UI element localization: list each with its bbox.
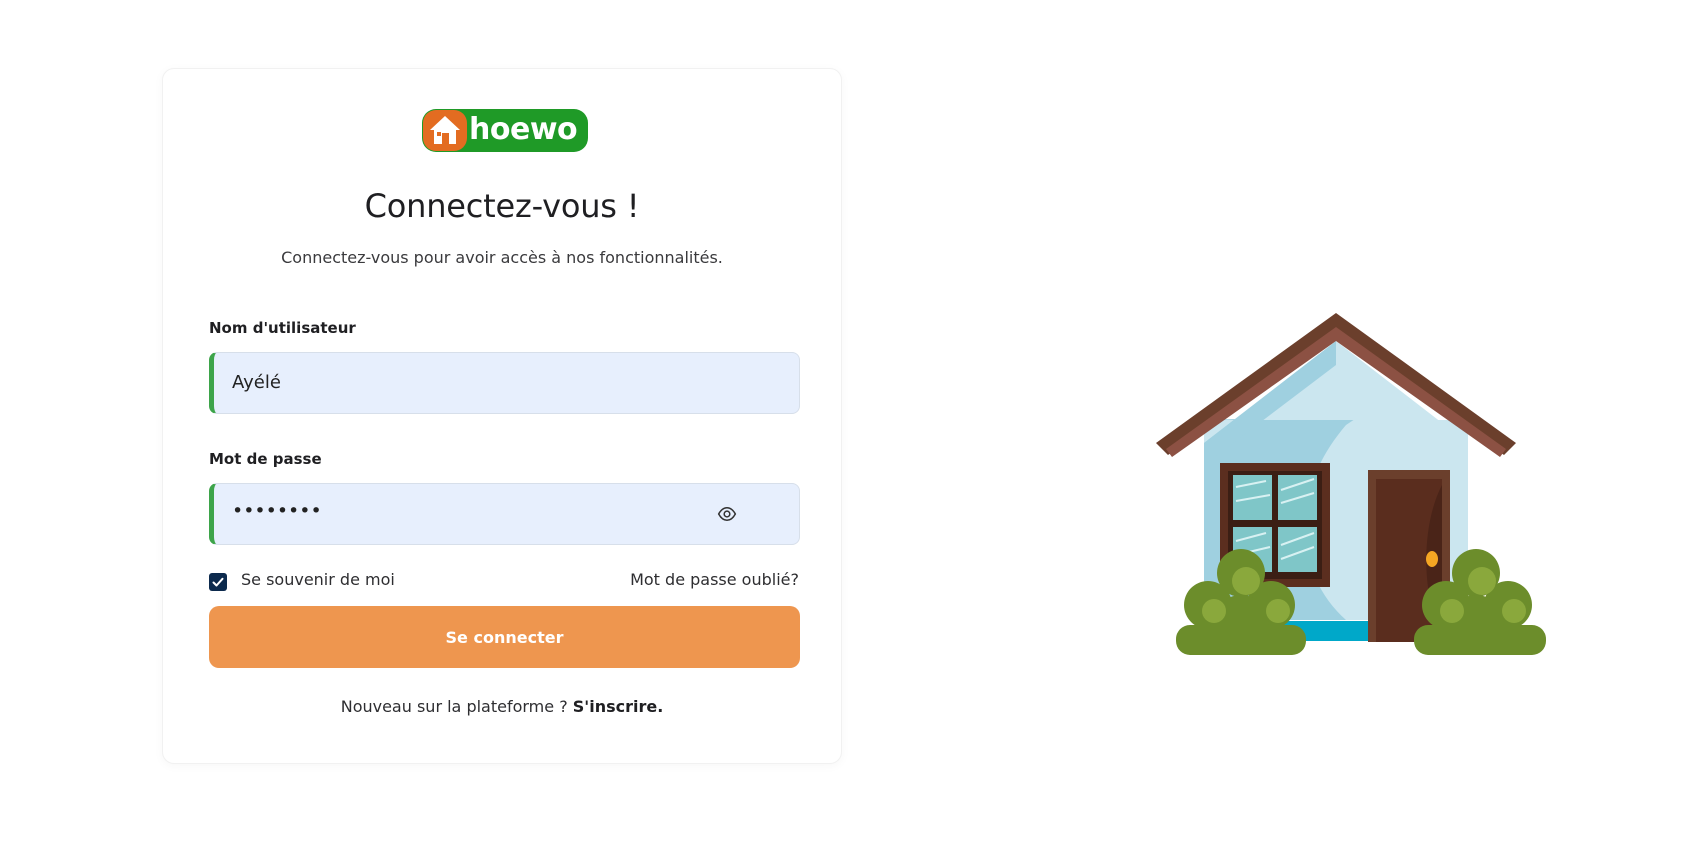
password-label: Mot de passe bbox=[209, 450, 322, 468]
login-button[interactable]: Se connecter bbox=[209, 606, 800, 668]
remember-checkbox[interactable] bbox=[209, 572, 227, 591]
username-label: Nom d'utilisateur bbox=[209, 319, 356, 337]
username-value: Ayélé bbox=[232, 372, 281, 393]
password-value: •••••••• bbox=[232, 500, 322, 522]
brand-name: hoewo bbox=[469, 112, 578, 147]
signup-prompt-text: Nouveau sur la plateforme ? bbox=[340, 697, 568, 716]
username-input[interactable]: Ayélé bbox=[209, 352, 800, 414]
page-title: Connectez-vous ! bbox=[364, 187, 640, 225]
password-input[interactable]: •••••••• bbox=[209, 483, 800, 545]
remember-me[interactable]: Se souvenir de moi bbox=[209, 570, 395, 591]
page-subtitle: Connectez-vous pour avoir accès à nos fo… bbox=[281, 248, 723, 267]
login-page: hoewo Connectez-vous ! Connectez-vous po… bbox=[0, 0, 1700, 857]
house-illustration bbox=[1156, 313, 1546, 655]
house-logo-icon bbox=[423, 110, 467, 151]
remember-label: Se souvenir de moi bbox=[241, 570, 395, 589]
signup-link[interactable]: S'inscrire. bbox=[573, 697, 664, 716]
forgot-password-link[interactable]: Mot de passe oublié? bbox=[630, 570, 799, 589]
eye-icon[interactable] bbox=[717, 504, 737, 524]
signup-prompt: Nouveau sur la plateforme ? S'inscrire. bbox=[163, 697, 841, 716]
login-card: hoewo Connectez-vous ! Connectez-vous po… bbox=[162, 68, 842, 764]
brand-logo: hoewo bbox=[422, 109, 588, 152]
check-icon bbox=[212, 577, 224, 586]
